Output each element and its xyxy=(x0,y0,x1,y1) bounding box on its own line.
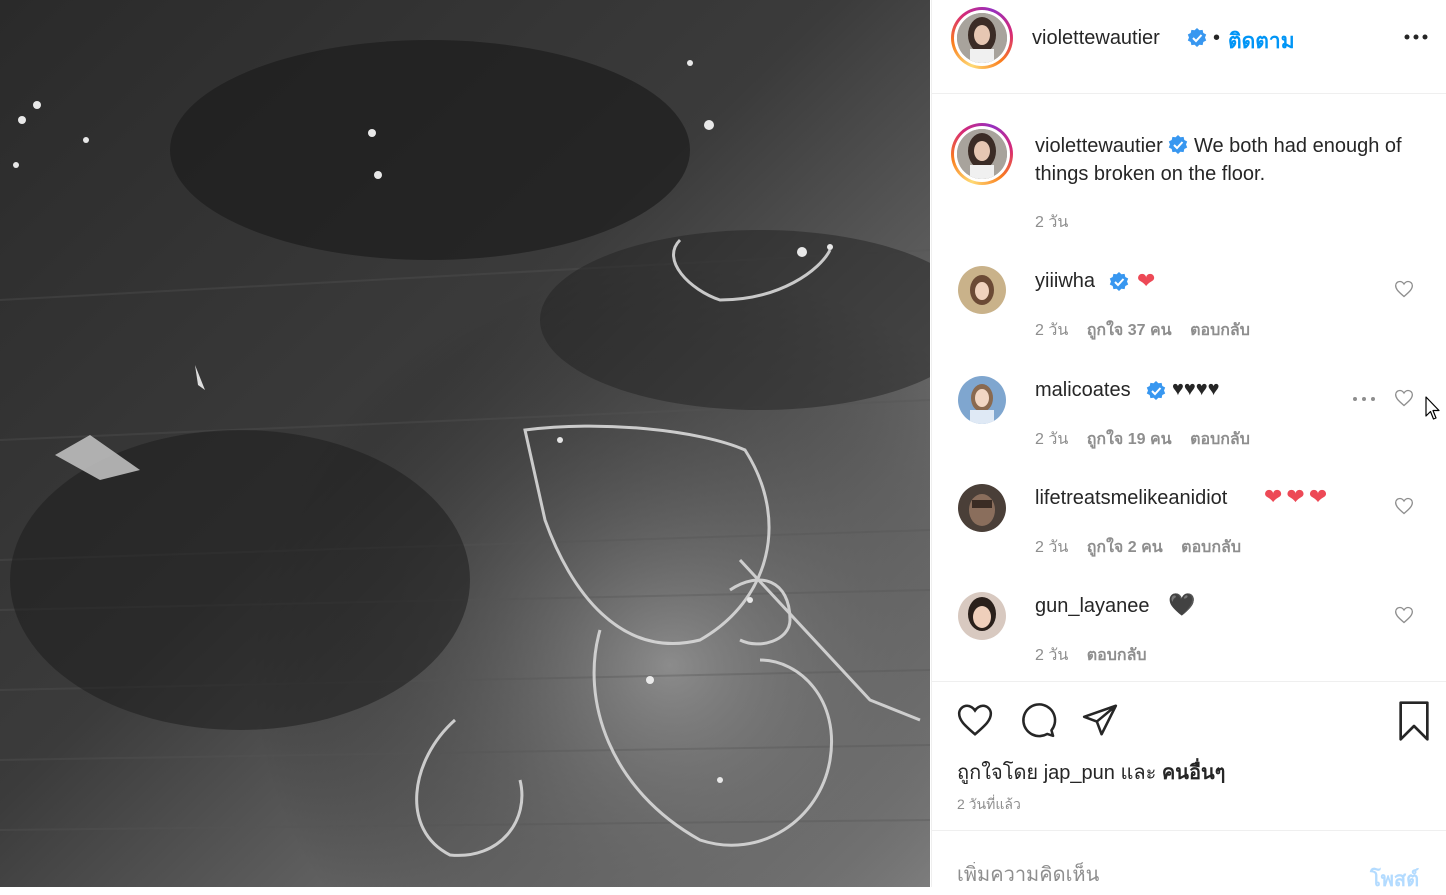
comment-icon[interactable] xyxy=(1018,701,1058,739)
comment-input[interactable] xyxy=(957,862,1337,888)
caption-meta: 2 วัน xyxy=(1035,210,1082,235)
heart-icon[interactable] xyxy=(1394,279,1414,299)
comment-likes[interactable]: ถูกใจ 37 คน xyxy=(1087,322,1172,339)
liked-by-prefix: ถูกใจโดย xyxy=(957,762,1039,784)
follow-button[interactable]: ติดตาม xyxy=(1228,25,1295,58)
comment-meta: 2 วัน ถูกใจ 2 คน ตอบกลับ xyxy=(1035,535,1255,560)
caption: violettewautier We both had enough of th… xyxy=(1035,132,1430,188)
author-username[interactable]: violettewautier xyxy=(1032,27,1160,50)
reply-button[interactable]: ตอบกลับ xyxy=(1190,322,1250,339)
comment-text: ❤ xyxy=(1137,268,1156,293)
heart-icon[interactable] xyxy=(1394,496,1414,516)
author-avatar-ring[interactable] xyxy=(951,7,1013,69)
comment-text: 🖤 xyxy=(1168,592,1196,617)
posted-time[interactable]: 2 วันที่แล้ว xyxy=(957,794,1021,816)
bookmark-icon[interactable] xyxy=(1396,701,1432,741)
verified-badge-icon xyxy=(1187,28,1207,47)
comment-time[interactable]: 2 วัน xyxy=(1035,539,1068,556)
reply-button[interactable]: ตอบกลับ xyxy=(1181,539,1241,556)
comment-username[interactable]: malicoates xyxy=(1035,379,1131,402)
share-icon[interactable] xyxy=(1080,701,1120,739)
heart-icon[interactable] xyxy=(1394,605,1414,625)
header-separator: • xyxy=(1213,27,1221,49)
heart-icon[interactable] xyxy=(955,701,995,739)
caption-avatar xyxy=(957,129,1007,179)
comment-text: ❤❤❤ xyxy=(1264,484,1332,509)
comment-meta: 2 วัน ตอบกลับ xyxy=(1035,643,1161,668)
mouse-cursor-icon xyxy=(1425,396,1440,420)
post-side-panel: violettewautier • ติดตาม violettewautier… xyxy=(931,0,1446,891)
caption-username[interactable]: violettewautier xyxy=(1035,135,1163,157)
reply-button[interactable]: ตอบกลับ xyxy=(1087,647,1147,664)
comment-time[interactable]: 2 วัน xyxy=(1035,431,1068,448)
comment-username[interactable]: lifetreatsmelikeanidiot xyxy=(1035,487,1227,510)
caption-time[interactable]: 2 วัน xyxy=(1035,214,1068,231)
reply-button[interactable]: ตอบกลับ xyxy=(1190,431,1250,448)
heart-icon[interactable] xyxy=(1394,388,1414,408)
comment-likes[interactable]: ถูกใจ 19 คน xyxy=(1087,431,1172,448)
comment-likes[interactable]: ถูกใจ 2 คน xyxy=(1087,539,1163,556)
comment-avatar[interactable] xyxy=(958,266,1006,314)
verified-badge-icon xyxy=(1169,135,1188,154)
liked-by-and: และ xyxy=(1120,762,1157,784)
author-avatar xyxy=(957,13,1007,63)
comment-text: ♥♥♥♥ xyxy=(1172,378,1220,400)
comment-avatar[interactable] xyxy=(958,592,1006,640)
liked-by: ถูกใจโดย jap_pun และ คนอื่นๆ xyxy=(957,756,1225,788)
liked-by-user[interactable]: jap_pun xyxy=(1044,762,1115,784)
caption-avatar-ring[interactable] xyxy=(951,123,1013,185)
comment-username[interactable]: yiiiwha xyxy=(1035,270,1095,293)
add-comment-bar: โพสต์ xyxy=(932,830,1446,891)
comment-time[interactable]: 2 วัน xyxy=(1035,322,1068,339)
post-photo[interactable] xyxy=(0,0,930,887)
comment-meta: 2 วัน ถูกใจ 37 คน ตอบกลับ xyxy=(1035,318,1264,343)
liked-by-others[interactable]: คนอื่นๆ xyxy=(1162,762,1225,784)
comment-avatar[interactable] xyxy=(958,484,1006,532)
post-actions: ถูกใจโดย jap_pun และ คนอื่นๆ 2 วันที่แล้… xyxy=(932,681,1446,831)
comment-time[interactable]: 2 วัน xyxy=(1035,647,1068,664)
comment-more-options-icon[interactable] xyxy=(1352,396,1376,402)
verified-badge-icon xyxy=(1109,272,1129,291)
comment-avatar[interactable] xyxy=(958,376,1006,424)
more-options-icon[interactable] xyxy=(1404,33,1428,41)
verified-badge-icon xyxy=(1146,381,1166,400)
comment-meta: 2 วัน ถูกใจ 19 คน ตอบกลับ xyxy=(1035,427,1264,452)
comment-username[interactable]: gun_layanee xyxy=(1035,595,1150,618)
broken-glass-image xyxy=(0,0,930,887)
post-header: violettewautier • ติดตาม xyxy=(932,0,1446,94)
post-comment-button[interactable]: โพสต์ xyxy=(1370,863,1419,895)
